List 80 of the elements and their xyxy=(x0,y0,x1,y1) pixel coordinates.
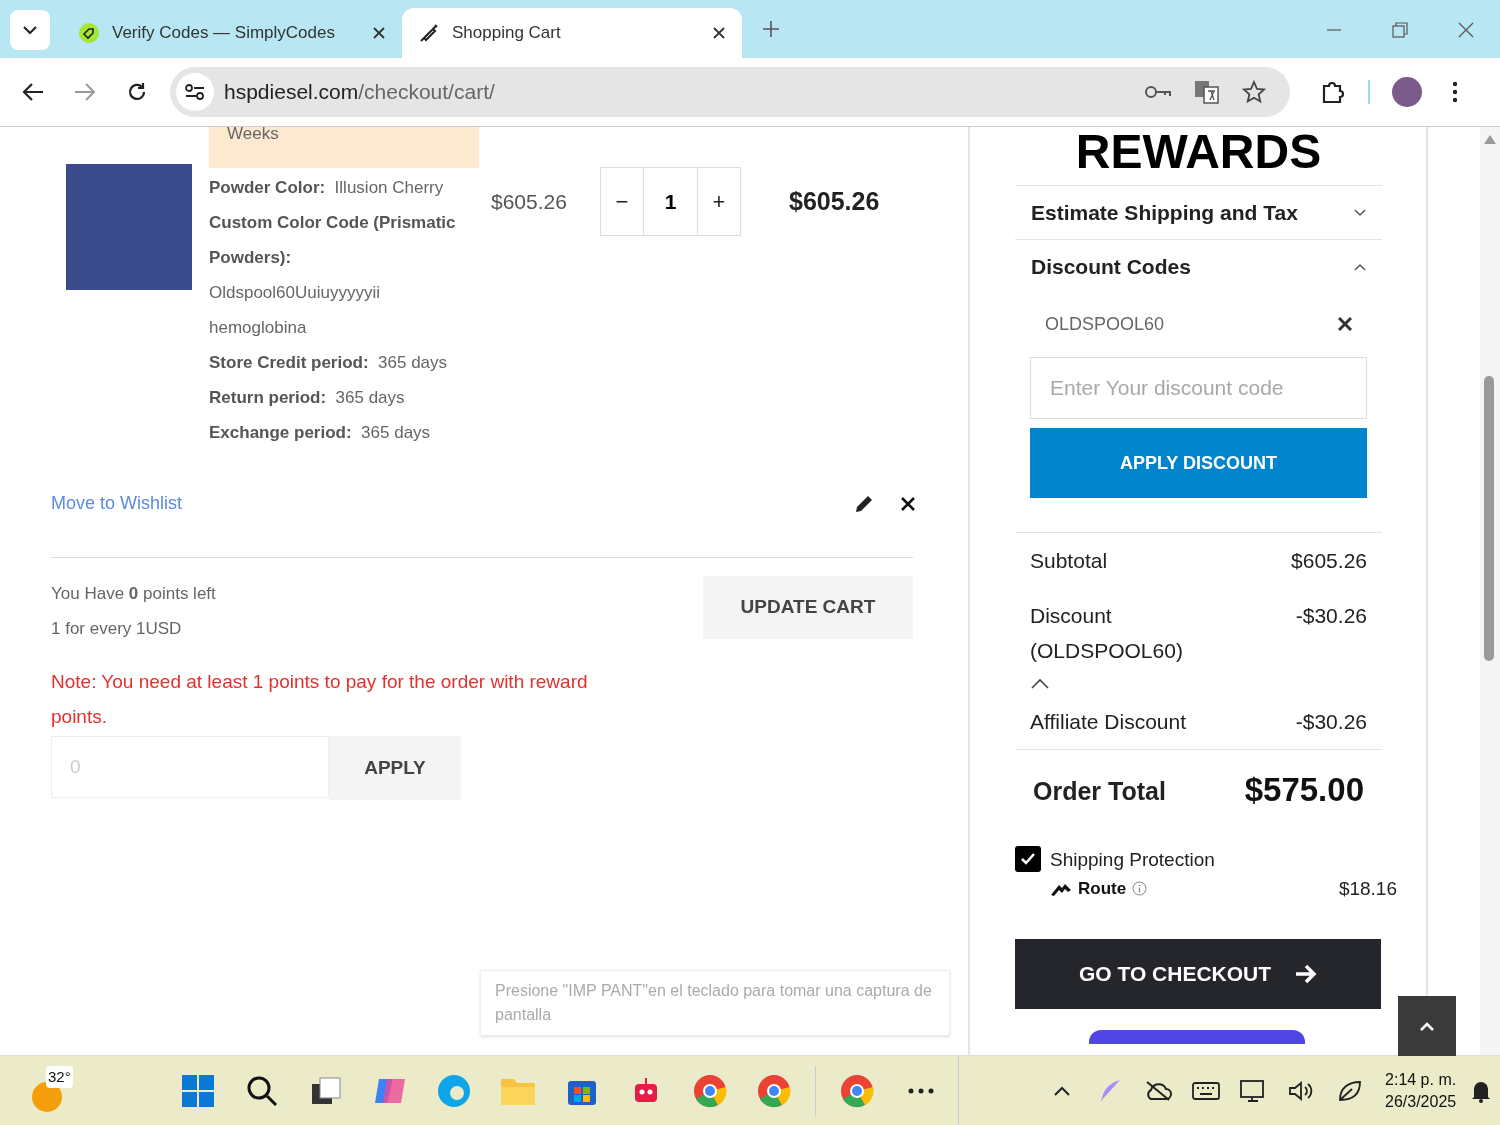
key-icon[interactable] xyxy=(1144,84,1172,100)
scroll-thumb[interactable] xyxy=(1484,376,1494,661)
menu-icon[interactable] xyxy=(1452,81,1458,103)
site-settings-icon[interactable] xyxy=(185,83,205,101)
close-icon[interactable] xyxy=(1338,317,1352,331)
summary-value: $605.26 xyxy=(1291,548,1367,574)
tag-icon xyxy=(78,22,100,44)
puzzle-icon[interactable] xyxy=(1320,79,1346,105)
temperature: 32° xyxy=(46,1065,73,1088)
check-icon xyxy=(1020,852,1036,866)
section-heading: REWARDS xyxy=(1074,127,1323,180)
browser-tab[interactable]: Shopping Cart xyxy=(402,8,742,58)
row-subtotal: $605.26 xyxy=(789,185,880,217)
summary-label: Discount (OLDSPOOL60) xyxy=(1030,603,1184,664)
tab-search-button[interactable] xyxy=(10,10,50,50)
notification-toast: Presione "IMP PANT"en el teclado para tomar una captura de pantalla xyxy=(480,970,950,1036)
syringe-icon xyxy=(418,22,440,44)
chevron-up-icon xyxy=(1354,262,1366,271)
scrollbar[interactable] xyxy=(1480,127,1500,1055)
checkbox[interactable] xyxy=(1015,846,1041,872)
order-total-label: Order Total xyxy=(1033,776,1166,808)
protection-label: Shipping Protection xyxy=(1050,848,1216,872)
summary-value: -$30.26 xyxy=(1295,603,1367,629)
summary-value: -$30.26 xyxy=(1295,709,1367,735)
points-rate: 1 for every 1USD xyxy=(51,618,183,640)
order-total-value: $575.00 xyxy=(1244,770,1364,811)
route-brand: Route xyxy=(1078,878,1127,900)
back-icon[interactable] xyxy=(22,82,44,102)
address-bar[interactable]: hspdiesel.com/checkout/cart/ xyxy=(170,67,1290,117)
item-option: Store Credit period: 365 days xyxy=(209,345,471,380)
apply-discount-button[interactable]: APPLY DISCOUNT xyxy=(1030,428,1367,498)
reward-note: Note: You need at least 1 points to pay for the order with reward points. xyxy=(51,670,589,729)
tab-title: Verify Codes — SimplyCodes xyxy=(112,22,336,45)
wishlist-link[interactable]: Move to Wishlist xyxy=(51,490,183,517)
profile-avatar[interactable] xyxy=(1392,77,1422,107)
close-icon[interactable] xyxy=(712,26,726,40)
clock[interactable]: 2:14 p. m. 26/3/2025 xyxy=(1385,1068,1457,1113)
forward-icon[interactable] xyxy=(74,82,96,102)
tab-title: Shopping Cart xyxy=(452,22,562,45)
url-text: hspdiesel.com/checkout/cart/ xyxy=(224,79,495,106)
summary-label: Affiliate Discount xyxy=(1030,709,1188,735)
apply-button[interactable]: APPLY xyxy=(329,736,461,800)
partial-button[interactable] xyxy=(1089,1030,1305,1044)
close-icon[interactable] xyxy=(901,496,915,511)
translate-icon[interactable] xyxy=(1194,80,1220,104)
chevron-up-icon xyxy=(1420,1021,1434,1031)
clock-time: 2:14 p. m. xyxy=(1385,1069,1457,1090)
checkout-button[interactable]: GO TO CHECKOUT xyxy=(1015,939,1381,1009)
discount-code-field[interactable]: Enter Your discount code xyxy=(1030,357,1367,419)
close-icon[interactable] xyxy=(372,26,386,40)
chevron-up-icon[interactable] xyxy=(1030,678,1050,690)
clock-date: 26/3/2025 xyxy=(1385,1091,1457,1112)
item-option: Exchange period: 365 days xyxy=(209,415,471,450)
browser-tab[interactable]: Verify Codes — SimplyCodes xyxy=(62,8,402,58)
item-option: Custom Color Code (Prismatic Powders): Oldspool60Uuiuyyyyyii hemoglobina xyxy=(209,205,471,345)
route-logo-icon xyxy=(1050,881,1072,896)
star-icon[interactable] xyxy=(1242,80,1266,104)
applied-code: OLDSPOOL60 xyxy=(1045,312,1165,336)
summary-label: Subtotal xyxy=(1030,548,1109,574)
weather-widget[interactable]: 32° xyxy=(30,1067,90,1114)
accordion-header[interactable]: Discount Codes xyxy=(1015,239,1382,293)
accordion-header[interactable]: Estimate Shipping and Tax xyxy=(1015,185,1382,239)
stock-note: Weeks xyxy=(209,127,479,168)
quantity-field[interactable]: 1 xyxy=(644,168,698,235)
points-balance: You Have 0 points left xyxy=(51,583,216,605)
reload-icon[interactable] xyxy=(126,81,148,103)
chevron-down-icon xyxy=(1354,208,1366,217)
item-option: Powder Color: Illusion Cherry xyxy=(209,170,471,205)
item-option: Return period: 365 days xyxy=(209,380,471,415)
info-icon[interactable] xyxy=(1132,881,1148,897)
chevron-down-icon xyxy=(23,25,37,35)
unit-price: $605.26 xyxy=(491,188,568,215)
arrow-right-icon xyxy=(1295,964,1318,984)
update-cart-button[interactable]: UPDATE CART xyxy=(703,576,913,639)
new-tab-icon[interactable] xyxy=(762,20,780,38)
scroll-up-icon[interactable] xyxy=(1484,135,1496,144)
restore-icon[interactable] xyxy=(1392,22,1408,38)
decrement-button[interactable]: − xyxy=(601,168,644,235)
increment-button[interactable]: + xyxy=(698,168,740,235)
protection-price: $18.16 xyxy=(1338,876,1397,901)
